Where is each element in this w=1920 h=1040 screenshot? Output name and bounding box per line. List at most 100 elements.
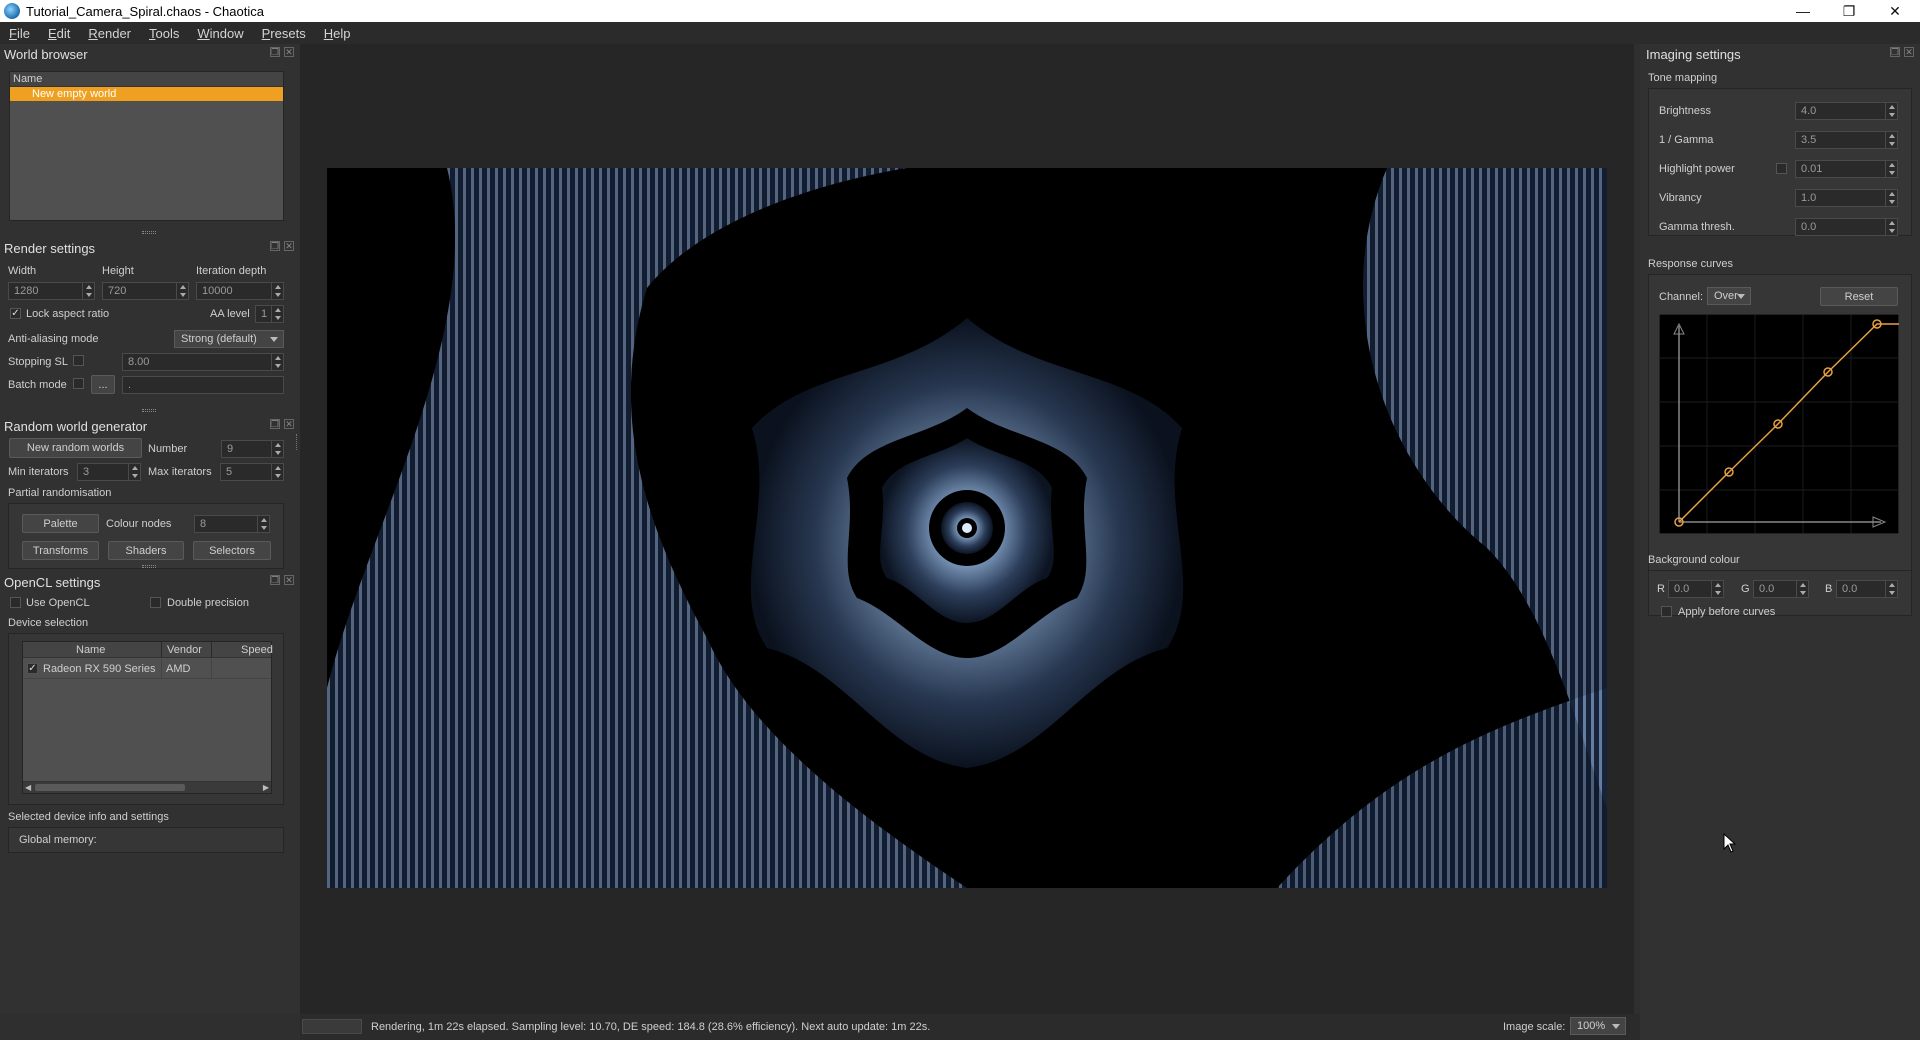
aa-mode-select[interactable]: Strong (default)	[174, 330, 284, 348]
float-icon[interactable]: ❐	[270, 575, 280, 585]
iteration-depth-field[interactable]: 10000	[196, 282, 284, 300]
float-icon[interactable]: ❐	[270, 241, 280, 251]
gamma-field[interactable]: 3.5	[1795, 131, 1898, 149]
use-opencl-checkbox[interactable]	[10, 597, 21, 608]
aa-mode-value: Strong (default)	[181, 333, 257, 345]
colour-nodes-spinner[interactable]	[257, 516, 269, 532]
world-list[interactable]: Name New empty world	[9, 71, 284, 221]
min-iterators-spinner[interactable]	[128, 464, 140, 480]
r-spinner[interactable]	[1711, 581, 1723, 597]
selectors-button[interactable]: Selectors	[193, 541, 271, 560]
batch-path-field[interactable]: .	[122, 376, 284, 394]
max-iterators-spinner[interactable]	[271, 464, 283, 480]
highlight-power-field[interactable]: 0.01	[1795, 160, 1898, 178]
splitter-grip[interactable]	[142, 409, 156, 412]
brightness-value: 4.0	[1801, 105, 1817, 117]
response-curve-editor[interactable]	[1659, 314, 1899, 534]
menu-file[interactable]: File	[0, 26, 39, 41]
restore-button[interactable]: ❐	[1826, 0, 1872, 22]
world-list-header[interactable]: Name	[10, 72, 283, 87]
render-viewport[interactable]	[300, 44, 1634, 1014]
double-precision-checkbox[interactable]	[150, 597, 161, 608]
world-list-item[interactable]: New empty world	[10, 87, 283, 101]
fractal-render-image[interactable]	[327, 168, 1607, 888]
splitter-grip[interactable]	[142, 565, 156, 568]
b-field[interactable]: 0.0	[1836, 580, 1898, 598]
batch-browse-button[interactable]: ...	[91, 375, 115, 394]
menu-tools[interactable]: Tools	[140, 26, 188, 41]
splitter-grip[interactable]	[142, 231, 156, 234]
stopping-sl-spinner[interactable]	[271, 354, 283, 370]
vibrancy-field[interactable]: 1.0	[1795, 189, 1898, 207]
menu-help[interactable]: Help	[315, 26, 360, 41]
number-spinner[interactable]	[271, 441, 283, 457]
r-value: 0.0	[1674, 583, 1690, 595]
float-icon[interactable]: ❐	[1890, 47, 1900, 57]
aa-level-value: 1	[261, 308, 268, 320]
number-field[interactable]: 9	[221, 440, 284, 458]
width-field[interactable]: 1280	[8, 282, 95, 300]
window-title: Tutorial_Camera_Spiral.chaos - Chaotica	[26, 3, 264, 19]
float-icon[interactable]: ❐	[270, 419, 280, 429]
stopping-sl-checkbox[interactable]	[73, 355, 84, 366]
float-icon[interactable]: ❐	[270, 47, 280, 57]
gamma-thresh-field[interactable]: 0.0	[1795, 218, 1898, 236]
close-icon[interactable]: ✕	[1904, 47, 1914, 57]
table-row[interactable]: ✓ Radeon RX 590 Series AMD	[23, 659, 271, 679]
max-iterators-field[interactable]: 5	[220, 463, 284, 481]
stopping-sl-field[interactable]: 8.00	[122, 353, 284, 371]
vibrancy-spinner[interactable]	[1885, 190, 1897, 206]
apply-before-curves-checkbox[interactable]	[1661, 606, 1672, 617]
colour-nodes-field[interactable]: 8	[194, 515, 270, 533]
vertical-splitter-grip[interactable]	[296, 434, 298, 450]
device-table[interactable]: Name Vendor Speed ✓ Radeon RX 590 Series…	[22, 641, 273, 794]
transforms-button[interactable]: Transforms	[22, 541, 99, 560]
close-icon[interactable]: ✕	[284, 241, 294, 251]
menu-edit[interactable]: Edit	[39, 26, 79, 41]
column-header-vendor[interactable]: Vendor	[167, 644, 202, 656]
palette-button[interactable]: Palette	[22, 514, 99, 533]
column-header-speed[interactable]: Speed	[241, 644, 273, 656]
brightness-field[interactable]: 4.0	[1795, 102, 1898, 120]
image-scale-select[interactable]: 100%	[1570, 1017, 1626, 1035]
min-iterators-field[interactable]: 3	[77, 463, 141, 481]
height-spinner[interactable]	[176, 283, 188, 299]
g-field[interactable]: 0.0	[1753, 580, 1809, 598]
new-random-worlds-button[interactable]: New random worlds	[9, 438, 142, 458]
scroll-left-icon[interactable]: ◀	[25, 784, 31, 792]
brightness-spinner[interactable]	[1885, 103, 1897, 119]
shaders-button[interactable]: Shaders	[108, 541, 184, 560]
menu-window[interactable]: Window	[188, 26, 252, 41]
world-browser-title: World browser	[4, 46, 88, 62]
horizontal-scrollbar[interactable]: ◀ ▶	[23, 781, 271, 793]
menu-presets[interactable]: Presets	[253, 26, 315, 41]
r-field[interactable]: 0.0	[1668, 580, 1724, 598]
width-label: Width	[8, 265, 37, 277]
close-icon[interactable]: ✕	[284, 575, 294, 585]
device-enabled-checkbox[interactable]: ✓	[27, 663, 38, 674]
close-button[interactable]: ✕	[1872, 0, 1918, 22]
close-icon[interactable]: ✕	[284, 419, 294, 429]
width-spinner[interactable]	[82, 283, 94, 299]
gamma-spinner[interactable]	[1885, 132, 1897, 148]
scrollbar-thumb[interactable]	[35, 784, 185, 791]
highlight-power-checkbox[interactable]	[1776, 163, 1787, 174]
close-icon[interactable]: ✕	[284, 47, 294, 57]
channel-select[interactable]: Over	[1707, 287, 1751, 305]
menu-render[interactable]: Render	[79, 26, 140, 41]
aa-level-field[interactable]: 1	[255, 305, 284, 323]
b-spinner[interactable]	[1885, 581, 1897, 597]
g-spinner[interactable]	[1796, 581, 1808, 597]
height-field[interactable]: 720	[102, 282, 189, 300]
lock-aspect-checkbox[interactable]: ✓	[10, 308, 21, 319]
reset-curves-button[interactable]: Reset	[1820, 287, 1898, 306]
iteration-depth-spinner[interactable]	[271, 283, 283, 299]
device-selection-label: Device selection	[8, 617, 89, 629]
column-header-name[interactable]: Name	[76, 644, 105, 656]
scroll-right-icon[interactable]: ▶	[263, 784, 269, 792]
batch-mode-checkbox[interactable]	[73, 378, 84, 389]
gamma-thresh-spinner[interactable]	[1885, 219, 1897, 235]
highlight-power-spinner[interactable]	[1885, 161, 1897, 177]
aa-level-spinner[interactable]	[271, 306, 283, 322]
minimize-button[interactable]: —	[1780, 0, 1826, 22]
